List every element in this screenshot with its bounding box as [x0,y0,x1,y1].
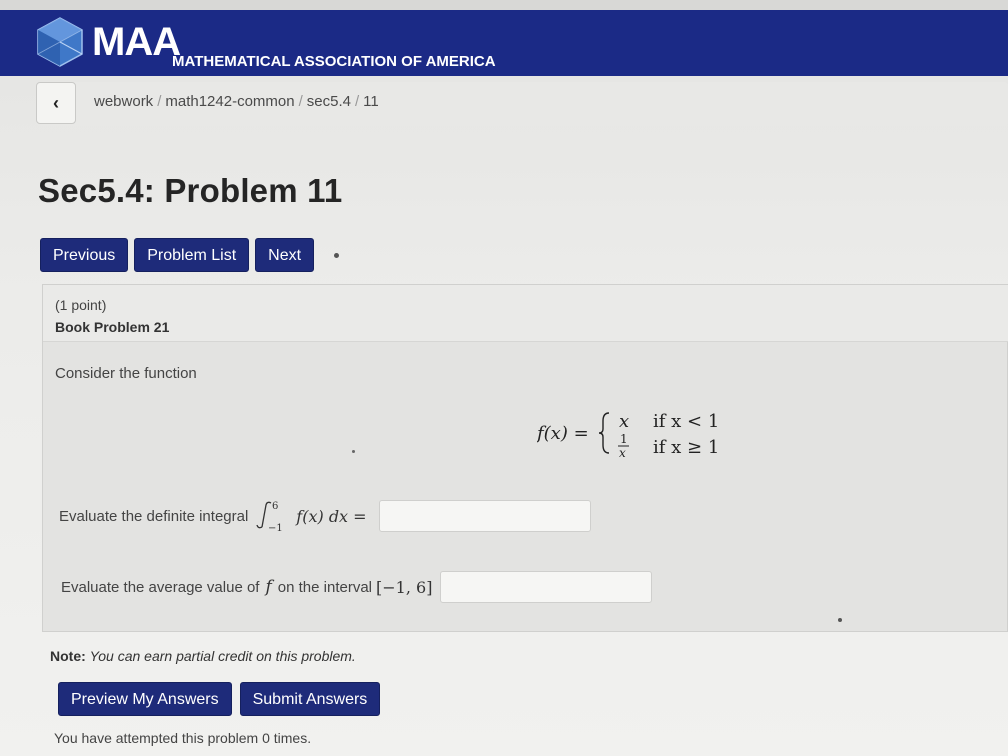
question-1-text: Evaluate the definite integral [59,507,249,525]
book-problem-label: Book Problem 21 [55,319,170,335]
attempt-prefix: You have attempted this problem [54,730,259,746]
logo-subtitle: MATHEMATICAL ASSOCIATION OF AMERICA [172,53,496,70]
breadcrumb-item-course[interactable]: math1242-common [165,93,294,110]
attempt-suffix: times. [273,730,312,746]
formula-case2-cond: if x ≥ 1 [653,437,719,458]
webwork-page: MAA MATHEMATICAL ASSOCIATION OF AMERICA … [0,0,1008,756]
problem-panel: (1 point) Book Problem 21 Consider the f… [42,284,1008,632]
maa-logo-icon[interactable] [32,14,88,70]
question-2: Evaluate the average value of f on the i… [61,571,653,603]
next-button[interactable]: Next [255,238,315,272]
top-strip [0,0,1008,10]
note-label: Note: [50,648,86,664]
problem-header: (1 point) Book Problem 21 [43,285,1008,342]
problem-intro: Consider the function [55,365,197,382]
speck [352,450,355,453]
breadcrumb-item-problem: 11 [363,93,379,110]
formula-case1-cond: if x < 1 [653,411,719,432]
speck [838,618,842,622]
attempt-count: 0 [262,730,270,746]
breadcrumb: webwork / math1242-common / sec5.4/11 [94,93,379,110]
question-1: Evaluate the definite integral 6 −1 f(x)… [59,499,591,533]
formula-case2-num: 1 [620,432,628,446]
question-2-on: on the interval [277,578,373,596]
integral-sign-icon: 6 −1 [256,501,283,533]
question-2-text: Evaluate the average value of [61,578,260,596]
note-text: You can earn partial credit on this prob… [89,648,356,664]
answer-actions: Preview My Answers Submit Answers [58,682,381,716]
breadcrumb-item-set[interactable]: sec5.4 [307,93,351,110]
page-title: Sec5.4: Problem 11 [38,172,343,209]
problem-navigation: Previous Problem List Next [40,238,340,272]
problem-points: (1 point) [55,297,107,313]
breadcrumb-separator: / [298,93,303,110]
piecewise-formula: f(x) = x if x < 1 1 x if x ≥ 1 [537,411,719,460]
logo-text: MAA [92,20,181,64]
attempt-status: You have attempted this problem 0 times. [54,730,311,746]
formula-case2-den: x [619,446,626,460]
problem-list-button[interactable]: Problem List [134,238,250,272]
preview-answers-button[interactable]: Preview My Answers [58,682,232,716]
previous-button[interactable]: Previous [40,238,129,272]
partial-credit-note: Note: You can earn partial credit on thi… [50,648,356,664]
integral-answer-input[interactable] [378,500,591,532]
integral-lower-limit: −1 [268,523,283,533]
brace-icon [598,412,610,454]
status-dot [334,252,340,258]
site-header: MAA MATHEMATICAL ASSOCIATION OF AMERICA [0,10,1008,76]
back-button[interactable]: ‹ [36,82,76,124]
integral-upper-limit: 6 [272,501,278,512]
breadcrumb-separator: / [157,93,162,110]
formula-case1-expr: x [619,411,629,432]
question-2-function: f [265,577,272,597]
submit-answers-button[interactable]: Submit Answers [239,682,381,716]
question-2-interval: [−1, 6] [376,577,433,597]
integral-integrand: f(x) dx = [296,506,367,526]
breadcrumb-item-webwork[interactable]: webwork [94,93,153,110]
breadcrumb-separator: / [354,93,360,110]
chevron-left-icon: ‹ [53,92,59,113]
formula-lhs: f(x) = [537,423,589,444]
average-value-input[interactable] [440,571,653,603]
breadcrumb-bar: ‹ webwork / math1242-common / sec5.4/11 [36,82,1008,126]
